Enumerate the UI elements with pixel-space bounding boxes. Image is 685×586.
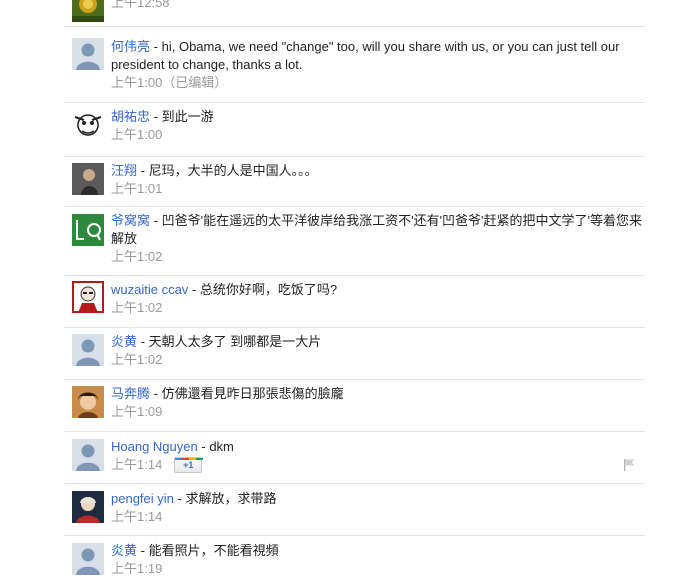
comment-item: 炎黄 - 天朝人太多了 到哪都是一大片 上午1:02	[64, 328, 645, 380]
comment-time: 上午1:14	[111, 457, 163, 472]
comment-author-link[interactable]: Hoang Nguyen	[111, 439, 198, 454]
avatar[interactable]	[72, 439, 104, 471]
comment-feed: 上午12:58 何伟亮 - hi, Obama, we need "change…	[64, 0, 645, 586]
comment-item: Hoang Nguyen - dkm 上午1:14 +1	[64, 432, 645, 484]
comment-text: 尼玛，大半的人是中国人。。。	[148, 163, 318, 178]
comment-timestamp: 上午1:19	[111, 561, 163, 576]
comment-author-link[interactable]: 炎黄	[111, 334, 137, 349]
separator: -	[201, 439, 206, 454]
comment-text: 凹爸爷'能在遥远的太平洋彼岸给我涨工资不'还有'凹爸爷'赶紧的把中文学了'等着您…	[111, 213, 643, 246]
comment-author-link[interactable]: 炎黄	[111, 543, 137, 558]
comment-author-link[interactable]: 胡祐忠	[111, 109, 150, 124]
comment-text: 天朝人太多了 到哪都是一大片	[148, 334, 322, 349]
comment-timestamp: 上午1:14 +1	[111, 456, 645, 474]
comment-item: 何伟亮 - hi, Obama, we need "change" too, w…	[64, 27, 645, 103]
avatar[interactable]	[72, 214, 104, 246]
comment-author-link[interactable]: 何伟亮	[111, 39, 150, 54]
comment-text: 到此一游	[161, 109, 214, 124]
comment-item: 胡祐忠 - 到此一游 上午1:00	[64, 103, 645, 157]
comment-item: wuzaitie ccav - 总统你好啊，吃饭了吗? 上午1:02	[64, 276, 645, 328]
avatar[interactable]	[72, 163, 104, 195]
comment-item: 上午12:58	[64, 0, 645, 27]
plus-one-label: +1	[183, 459, 194, 470]
comment-item: 炎黄 - 能看照片，不能看視頻 上午1:19	[64, 536, 645, 586]
avatar[interactable]	[72, 386, 104, 418]
comment-timestamp: 上午12:58	[111, 0, 170, 10]
comment-timestamp: 上午1:14	[111, 509, 163, 524]
avatar[interactable]	[72, 334, 104, 366]
plus-one-color-bar	[175, 457, 204, 460]
separator: -	[140, 163, 145, 178]
separator: -	[153, 213, 158, 228]
comment-text: 能看照片，不能看視頻	[148, 543, 279, 558]
comment-author-link[interactable]: 马奔腾	[111, 386, 150, 401]
comment-author-link[interactable]: wuzaitie ccav	[111, 282, 188, 297]
comment-text: 总统你好啊，吃饭了吗?	[199, 282, 338, 297]
comment-author-link[interactable]: pengfei yin	[111, 491, 174, 506]
avatar[interactable]	[72, 543, 104, 575]
comment-author-link[interactable]: 汪翔	[111, 163, 137, 178]
comment-timestamp: 上午1:01	[111, 181, 163, 196]
separator: -	[177, 491, 182, 506]
comment-timestamp: 上午1:02	[111, 300, 163, 315]
avatar[interactable]	[72, 491, 104, 523]
comment-author-link[interactable]: 爷窝窝	[111, 213, 150, 228]
comment-text: dkm	[209, 439, 234, 454]
plus-one-button[interactable]: +1	[174, 456, 204, 473]
separator: -	[140, 543, 145, 558]
avatar[interactable]	[72, 0, 104, 22]
comment-item: pengfei yin - 求解放，求带路 上午1:14	[64, 484, 645, 536]
avatar[interactable]	[72, 109, 104, 141]
comment-text: 求解放，求带路	[185, 491, 277, 506]
comment-time: 上午1:00	[111, 75, 163, 90]
separator: -	[153, 109, 158, 124]
comment-timestamp: 上午1:09	[111, 404, 163, 419]
flag-icon[interactable]	[622, 458, 636, 472]
comment-text: hi, Obama, we need "change" too, will yo…	[111, 39, 620, 72]
comment-item: 马奔腾 - 仿佛還看見昨日那張悲傷的臉龐 上午1:09	[64, 380, 645, 432]
comment-timestamp: 上午1:02	[111, 249, 163, 264]
comment-timestamp: 上午1:02	[111, 352, 163, 367]
edited-label: （已编辑）	[162, 75, 228, 90]
comment-item: 爷窝窝 - 凹爸爷'能在遥远的太平洋彼岸给我涨工资不'还有'凹爸爷'赶紧的把中文…	[64, 207, 645, 276]
comment-timestamp: 上午1:00（已编辑）	[111, 74, 645, 92]
avatar[interactable]	[72, 38, 104, 70]
comment-timestamp: 上午1:00	[111, 127, 163, 142]
separator: -	[153, 386, 158, 401]
avatar[interactable]	[72, 281, 104, 313]
separator: -	[140, 334, 145, 349]
separator: -	[191, 282, 197, 297]
comment-item: 汪翔 - 尼玛，大半的人是中国人。。。 上午1:01	[64, 157, 645, 207]
comment-text: 仿佛還看見昨日那張悲傷的臉龐	[161, 386, 344, 401]
separator: -	[153, 39, 158, 54]
